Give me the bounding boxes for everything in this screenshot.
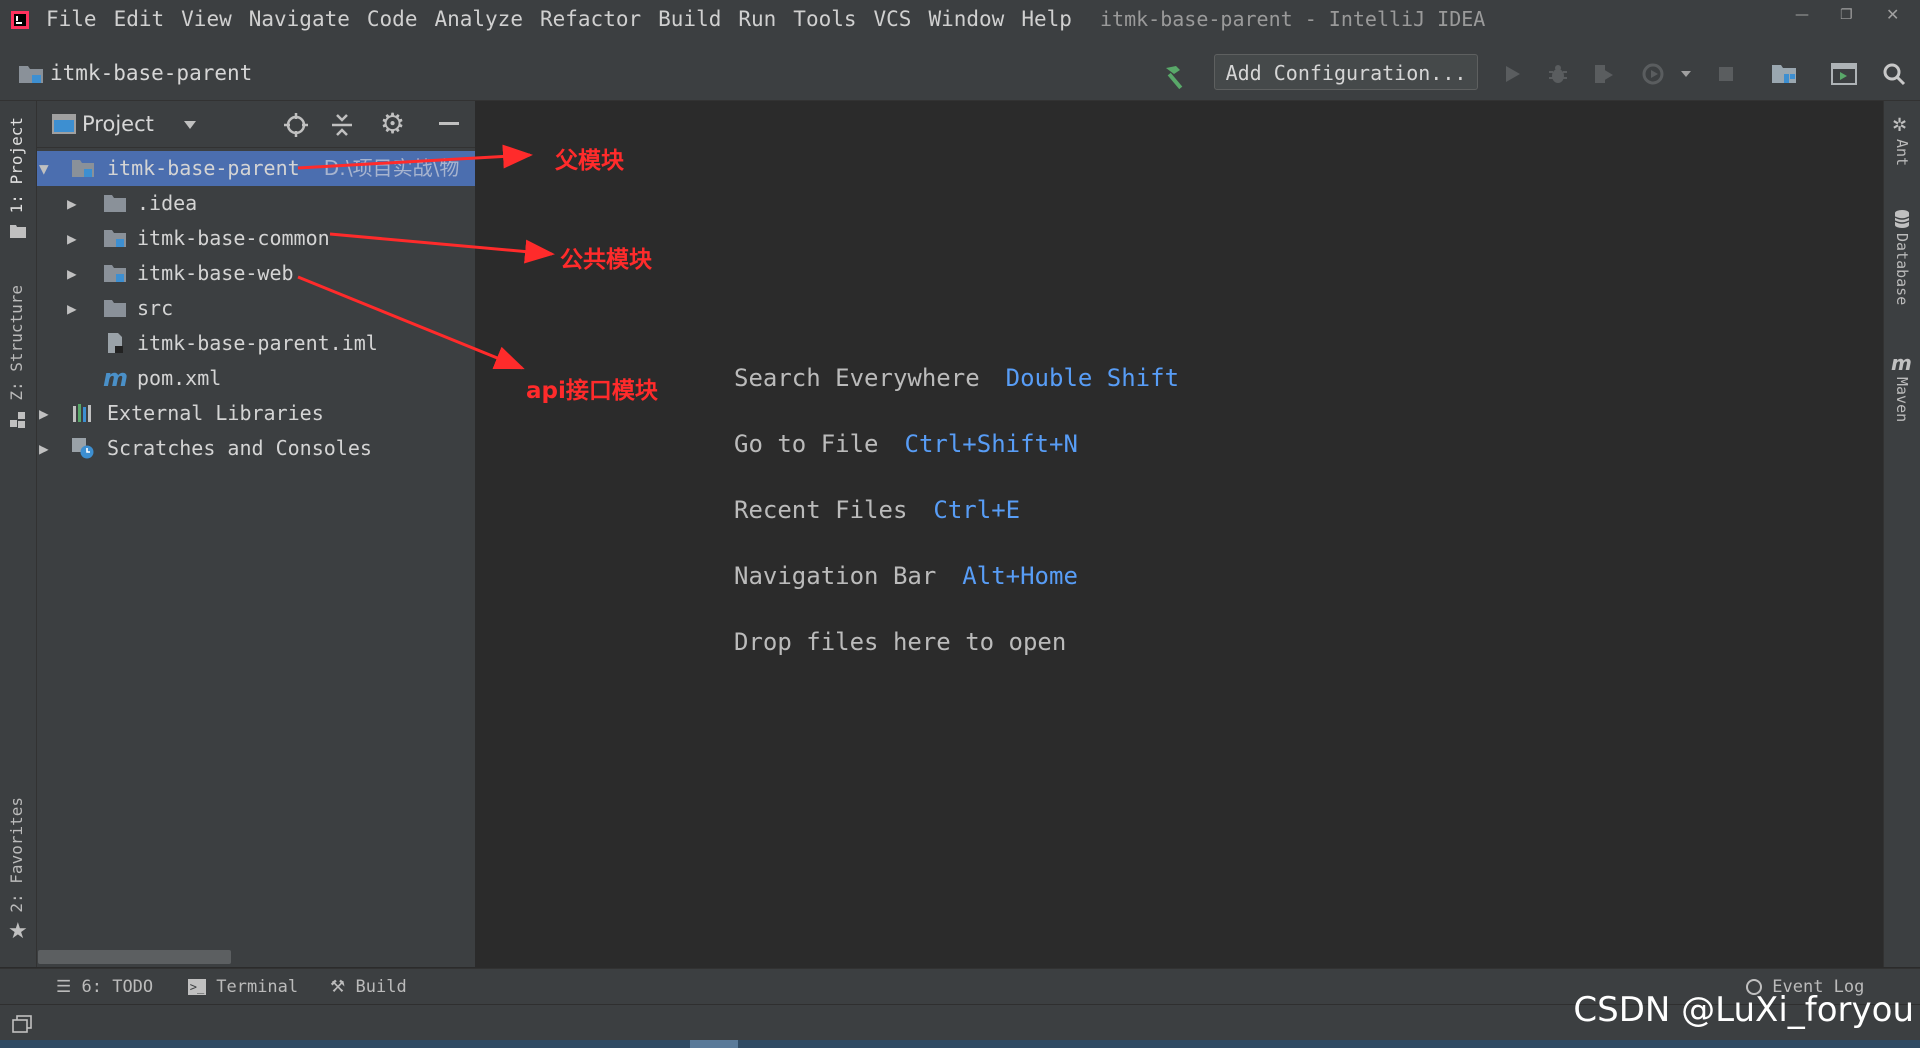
annotation-common-module: 公共模块 xyxy=(560,247,652,273)
hammer-icon: ⚒ xyxy=(330,977,346,997)
terminal-tool-tab[interactable]: >_ Terminal xyxy=(188,969,298,1005)
annotation-parent-module: 父模块 xyxy=(555,148,624,174)
terminal-icon: >_ xyxy=(188,979,206,995)
build-tool-tab[interactable]: ⚒ Build xyxy=(330,969,407,1005)
build-tool-tab-label: Build xyxy=(355,977,407,997)
terminal-tool-tab-label: Terminal xyxy=(216,977,299,997)
annotation-api-module: api接口模块 xyxy=(526,378,658,404)
annotation-arrows xyxy=(297,144,555,370)
arrow-common xyxy=(329,232,555,264)
toggle-tool-windows-icon[interactable] xyxy=(12,1015,32,1033)
taskbar-strip xyxy=(0,1040,1920,1048)
csdn-watermark: CSDN @LuXi_foryou xyxy=(1573,990,1914,1030)
arrow-parent xyxy=(297,144,533,170)
todo-tool-tab-label: 6: TODO xyxy=(81,977,154,997)
arrow-api xyxy=(297,275,525,370)
taskbar-indicator xyxy=(690,1040,738,1048)
list-icon: ☰ xyxy=(56,977,72,997)
todo-tool-tab[interactable]: ☰ 6: TODO xyxy=(56,969,153,1005)
